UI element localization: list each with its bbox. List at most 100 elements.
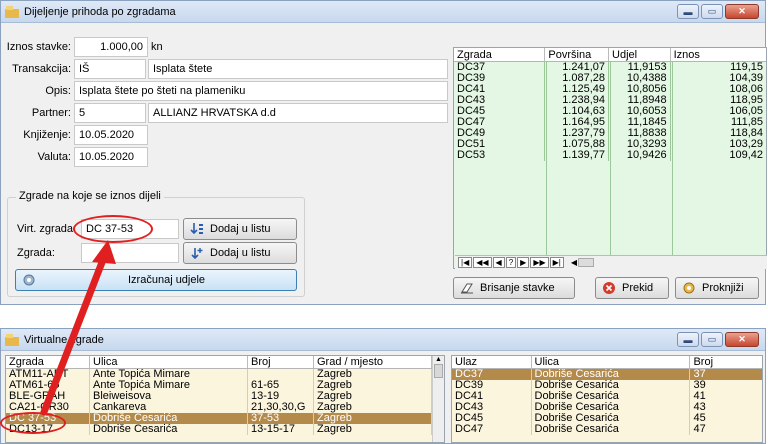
col-ulica[interactable]: Ulica [90,356,248,368]
cell: 118,84 [730,128,763,139]
proknjizi-button[interactable]: Proknjiži [675,277,759,299]
cell: DC37 [452,369,532,380]
col-iznos[interactable]: Iznos [671,48,766,61]
zgrada-input[interactable] [81,243,179,263]
minimize-button[interactable]: ▬ [677,4,699,19]
table-row[interactable]: DC43 1.238,94 11,8948 118,95 [454,95,766,106]
cell: 10,9426 [609,150,671,161]
grid-header: Ulaz Ulica Broj [452,356,762,369]
partner-code-input[interactable]: 5 [74,103,146,123]
iznos-input[interactable]: 1.000,00 [74,37,148,57]
cell: 104,39 [729,73,763,84]
dodaj-virt-button[interactable]: Dodaj u listu [183,218,297,240]
maximize-button[interactable]: ▭ [701,332,723,347]
cell: 1.164,95 [545,117,610,128]
transakcija-label: Transakcija: [12,63,71,75]
table-row[interactable]: DC49 1.237,79 11,8838 118,84 [454,128,766,139]
transakcija-code-input[interactable]: IŠ [74,59,146,79]
cell: Zagreb [314,424,432,435]
table-row[interactable]: DC45 Dobriše Cesarića 45 [452,413,762,424]
table-row[interactable]: DC51 1.075,88 10,3293 103,29 [454,139,766,150]
dijeljenje-window: Dijeljenje prihoda po zgradama ▬ ▭ ✕ Izn… [0,0,767,305]
virtualne-zgrade-grid[interactable]: Zgrada Ulica Broj Grad / mjesto ATM11-AR… [5,355,445,443]
table-row[interactable]: DC47 1.164,95 11,1845 111,85 [454,117,766,128]
cell: 1.241,07 [545,62,610,73]
knjizenje-input[interactable]: 10.05.2020 [74,125,148,145]
udjeli-grid[interactable]: Zgrada Površina Udjel Iznos DC37 1.241,07… [453,47,767,269]
cell: 106,05 [729,106,763,117]
cell: 10,8056 [609,84,671,95]
close-button[interactable]: ✕ [725,4,759,19]
minimize-button[interactable]: ▬ [677,332,699,347]
nav-first-icon[interactable]: |◀ [458,257,473,268]
table-row[interactable]: DC41 Dobriše Cesarića 41 [452,391,762,402]
table-row[interactable]: DC13-17 Dobriše Cesarića 13-15-17 Zagreb [6,424,444,435]
table-row[interactable]: DC45 1.104,63 10,6053 106,05 [454,106,766,117]
brisanje-button[interactable]: Brisanje stavke [453,277,575,299]
nav-prev-page-icon[interactable]: ◀◀ [473,257,492,268]
table-row[interactable]: BLE-GRAH Bleiweisova 13-19 Zagreb [6,391,444,402]
ulazi-grid[interactable]: Ulaz Ulica Broj DC37 Dobriše Cesarića 37 D… [451,355,763,443]
table-row[interactable]: ATM11-ART Ante Topića Mimare Zagreb [6,369,444,380]
table-row[interactable]: DC39 1.087,28 10,4388 104,39 [454,73,766,84]
cell: DC43 [452,402,532,413]
brisanje-label: Brisanje stavke [480,282,555,294]
col-zgrada[interactable]: Zgrada [6,356,90,368]
hscroll-thumb[interactable] [578,258,595,267]
nav-help-icon[interactable]: ? [505,257,517,268]
window-title: Dijeljenje prihoda po zgradama [24,5,176,18]
group-title: Zgrade na koje se iznos dijeli [16,190,164,202]
table-row[interactable]: DC53 1.139,77 10,9426 109,42 [454,150,766,161]
table-row[interactable]: ATM61-65 Ante Topića Mimare 61-65 Zagreb [6,380,444,391]
zgrada-label: Zgrada: [17,247,55,259]
cell: CA21-GR30 [6,402,90,413]
table-row-selected[interactable]: DC 37-53 Dobriše Cesarića 37-53 Zagreb [6,413,444,424]
cell: Dobriše Cesarića [90,413,248,424]
scroll-up-icon[interactable]: ▲ [433,356,444,363]
cell: 11,1845 [609,117,671,128]
table-row[interactable]: DC41 1.125,49 10,8056 108,06 [454,84,766,95]
col-udjel[interactable]: Udjel [609,48,671,61]
dodaj-zgrada-button[interactable]: Dodaj u listu [183,242,297,264]
valuta-label: Valuta: [37,151,71,163]
add-arrow-icon [191,248,203,259]
cell: DC41 [452,391,532,402]
record-navigator[interactable]: |◀ ◀◀ ◀ ? ▶ ▶▶ ▶| ◀ [455,255,767,269]
cell: 1.237,79 [545,128,610,139]
table-row[interactable]: DC39 Dobriše Cesarića 39 [452,380,762,391]
opis-input[interactable]: Isplata štete po šteti na plameniku [74,81,448,101]
nav-next-page-icon[interactable]: ▶▶ [530,257,549,268]
hscroll-left-icon[interactable]: ◀ [571,258,577,267]
col-ulica[interactable]: Ulica [532,356,691,368]
col-grad[interactable]: Grad / mjesto [314,356,432,368]
valuta-input[interactable]: 10.05.2020 [74,147,148,167]
nav-prev-icon[interactable]: ◀ [492,257,505,268]
col-broj[interactable]: Broj [690,356,762,368]
prekid-button[interactable]: Prekid [595,277,669,299]
cell: 21,30,30,G [248,402,314,413]
scroll-thumb[interactable] [434,364,443,378]
cell: 11,8838 [609,128,671,139]
nav-last-icon[interactable]: ▶| [549,257,564,268]
col-broj[interactable]: Broj [248,356,314,368]
close-button[interactable]: ✕ [725,332,759,347]
cell: ATM61-65 [6,380,90,391]
iznos-label: Iznos stavke: [6,41,71,53]
table-row[interactable]: DC47 Dobriše Cesarića 47 [452,424,762,435]
gear-icon [23,274,35,286]
app-icon [5,5,19,18]
table-row[interactable]: DC43 Dobriše Cesarića 43 [452,402,762,413]
vscrollbar[interactable]: ▲ [432,356,444,442]
table-row[interactable]: CA21-GR30 Cankareva 21,30,30,G Zagreb [6,402,444,413]
nav-next-icon[interactable]: ▶ [517,257,530,268]
col-ulaz[interactable]: Ulaz [452,356,532,368]
cell: DC45 [454,106,546,117]
table-row-selected[interactable]: DC37 Dobriše Cesarića 37 [452,369,762,380]
col-zgrada[interactable]: Zgrada [454,48,546,61]
col-povrsina[interactable]: Površina [545,48,610,61]
cell: 111,85 [730,117,763,128]
table-row[interactable]: DC37 1.241,07 11,9153 119,15 [454,62,766,73]
izracunaj-button[interactable]: Izračunaj udjele [15,269,297,291]
cancel-icon [603,282,615,294]
maximize-button[interactable]: ▭ [701,4,723,19]
